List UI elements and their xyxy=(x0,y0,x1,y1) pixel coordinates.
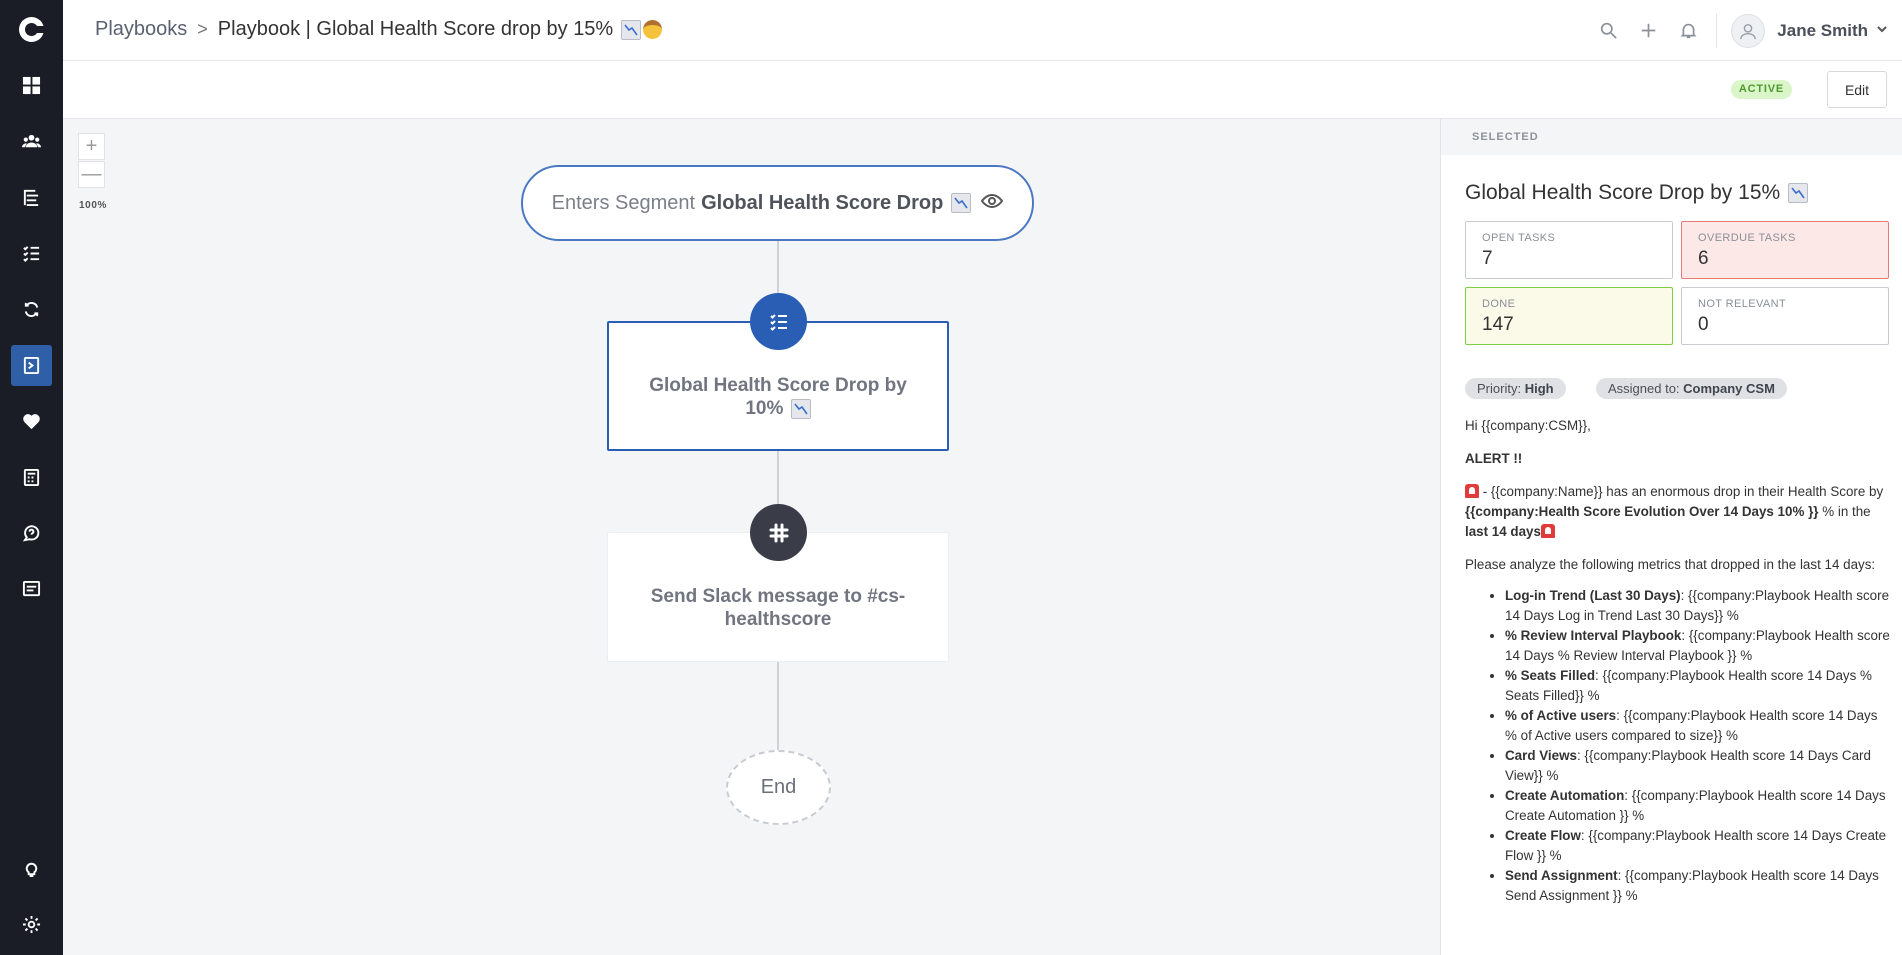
user-avatar[interactable] xyxy=(1731,13,1766,48)
list-item: Create Flow: {{company:Playbook Health s… xyxy=(1505,826,1890,866)
breadcrumb: Playbooks > Playbook | Global Health Sco… xyxy=(95,18,663,41)
zoom-level: 100% xyxy=(79,200,107,211)
chart-down-emoji-icon xyxy=(951,193,972,213)
notifications-button[interactable] xyxy=(1668,11,1708,51)
panel-header: SELECTED xyxy=(1441,119,1902,155)
add-button[interactable] xyxy=(1628,11,1668,51)
gear-icon xyxy=(22,915,41,934)
search-button[interactable] xyxy=(1588,11,1628,51)
sidebar-item-hierarchy[interactable] xyxy=(11,177,52,218)
chevron-down-icon xyxy=(1877,25,1887,32)
message-alert: ALERT !! xyxy=(1465,451,1523,466)
siren-icon xyxy=(1465,484,1479,498)
lightbulb-icon xyxy=(25,862,38,878)
users-icon xyxy=(22,134,41,148)
help-icon xyxy=(22,525,40,542)
sidebar-item-users[interactable] xyxy=(11,121,52,162)
calculator-icon xyxy=(23,468,40,487)
list-item: Card Views: {{company:Playbook Health sc… xyxy=(1505,746,1890,786)
overdue-tasks-stat[interactable]: OVERDUE TASKS 6 xyxy=(1681,221,1889,279)
playbook-icon xyxy=(23,356,40,375)
panel-title: Global Health Score Drop by 15% xyxy=(1465,181,1809,205)
avatar-icon xyxy=(1740,23,1757,39)
sidebar xyxy=(0,0,63,955)
view-segment-button[interactable] xyxy=(981,192,1004,215)
task-node-title: Global Health Score Drop by 10% xyxy=(649,375,907,419)
zoom-out-button[interactable]: — xyxy=(78,161,105,188)
task-message: Hi {{company:CSM}}, ALERT !! - {{company… xyxy=(1465,416,1890,906)
chart-down-emoji-icon xyxy=(1788,183,1809,203)
sidebar-item-ideas[interactable] xyxy=(11,848,52,889)
slack-node-icon xyxy=(750,504,807,561)
chat-icon xyxy=(22,580,41,597)
breadcrumb-playbooks-link[interactable]: Playbooks xyxy=(95,18,187,41)
slack-icon xyxy=(769,523,788,542)
list-item: Create Automation: {{company:Playbook He… xyxy=(1505,786,1890,826)
trigger-prefix: Enters Segment xyxy=(551,191,696,214)
message-greeting: Hi {{company:CSM}}, xyxy=(1465,418,1591,433)
zoom-in-button[interactable]: + xyxy=(78,133,105,160)
top-header: Playbooks > Playbook | Global Health Sco… xyxy=(63,0,1902,61)
metrics-list: Log-in Trend (Last 30 Days): {{company:P… xyxy=(1465,586,1890,906)
user-name[interactable]: Jane Smith xyxy=(1777,21,1868,41)
sidebar-item-dashboard[interactable] xyxy=(11,65,52,106)
header-divider xyxy=(1716,13,1718,48)
list-item: % of Active users: {{company:Playbook He… xyxy=(1505,706,1890,746)
trigger-node[interactable]: Enters Segment Global Health Score Drop xyxy=(521,165,1034,241)
not-relevant-stat[interactable]: NOT RELEVANT 0 xyxy=(1681,287,1889,345)
sidebar-item-settings[interactable] xyxy=(11,904,52,945)
edit-button[interactable]: Edit xyxy=(1827,71,1887,108)
siren-icon xyxy=(1540,524,1555,538)
status-badge: ACTIVE xyxy=(1730,80,1792,99)
chart-down-emoji-icon xyxy=(621,19,642,40)
breadcrumb-separator: > xyxy=(197,19,208,39)
page-title: Playbook | Global Health Score drop by 1… xyxy=(217,18,614,40)
heart-pulse-icon xyxy=(23,414,40,430)
checklist-icon xyxy=(23,246,40,262)
message-alert-detail: - {{company:Name}} has an enormous drop … xyxy=(1465,484,1884,539)
sidebar-item-playbooks[interactable] xyxy=(11,345,52,386)
sidebar-item-chat[interactable] xyxy=(11,569,52,610)
search-icon xyxy=(1600,22,1617,39)
list-item: % Review Interval Playbook: {{company:Pl… xyxy=(1505,626,1890,666)
task-node-icon xyxy=(750,293,807,350)
done-stat[interactable]: DONE 147 xyxy=(1465,287,1673,345)
bell-icon xyxy=(1680,23,1697,39)
priority-chip: Priority: High xyxy=(1465,378,1566,399)
eye-icon xyxy=(981,193,1004,208)
hierarchy-icon xyxy=(23,189,39,207)
flow-canvas[interactable]: + — 100% Enters Segment Global Health Sc… xyxy=(63,119,1440,955)
playbook-toolbar: ACTIVE Edit xyxy=(63,61,1902,119)
trigger-segment-name: Global Health Score Drop xyxy=(701,191,944,214)
dashboard-icon xyxy=(22,76,41,95)
assigned-chip: Assigned to: Company CSM xyxy=(1596,378,1787,399)
checklist-icon xyxy=(769,313,787,331)
open-tasks-stat[interactable]: OPEN TASKS 7 xyxy=(1465,221,1673,279)
plus-icon xyxy=(1641,23,1656,38)
sidebar-item-sync[interactable] xyxy=(11,289,52,330)
list-item: Send Assignment: {{company:Playbook Heal… xyxy=(1505,866,1890,906)
list-item: % Seats Filled: {{company:Playbook Healt… xyxy=(1505,666,1890,706)
user-menu-toggle[interactable] xyxy=(1876,22,1888,40)
details-panel: SELECTED Global Health Score Drop by 15%… xyxy=(1440,119,1902,955)
sidebar-item-help[interactable] xyxy=(11,513,52,554)
connector-line xyxy=(777,662,779,752)
sync-icon xyxy=(24,302,39,317)
message-analyze: Please analyze the following metrics tha… xyxy=(1465,557,1876,572)
chart-down-emoji-icon xyxy=(790,398,811,419)
end-node[interactable]: End xyxy=(726,750,831,825)
sidebar-item-health[interactable] xyxy=(11,401,52,442)
sidebar-item-calculator[interactable] xyxy=(11,457,52,498)
cowboy-emoji-icon xyxy=(643,20,663,39)
sidebar-item-tasks[interactable] xyxy=(11,233,52,274)
logo-icon[interactable] xyxy=(19,17,46,42)
list-item: Log-in Trend (Last 30 Days): {{company:P… xyxy=(1505,586,1890,626)
